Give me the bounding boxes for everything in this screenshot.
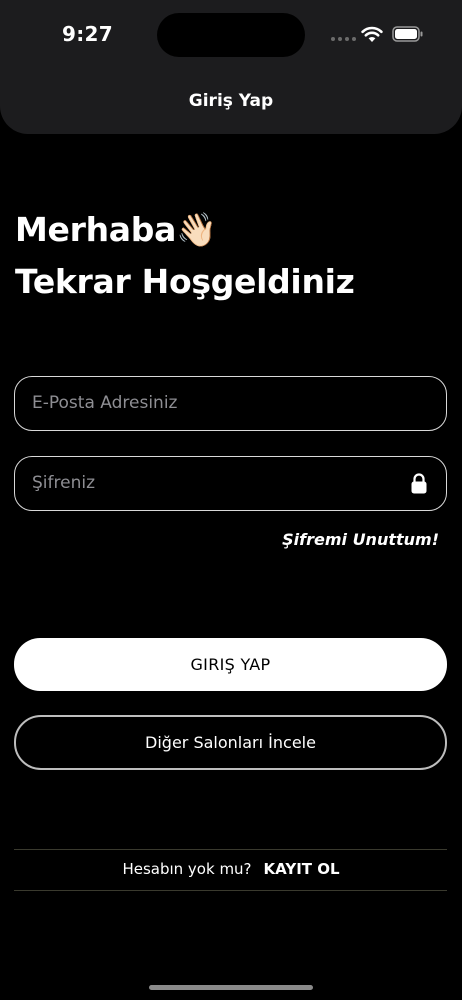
register-link[interactable]: KAYIT OL <box>264 860 340 878</box>
no-account-text: Hesabın yok mu? <box>122 860 252 878</box>
page-title: Giriş Yap <box>188 91 274 111</box>
divider <box>14 890 447 891</box>
greeting: Merhaba👋🏻 Tekrar Hoşgeldiniz <box>15 204 355 308</box>
greeting-hello: Merhaba👋🏻 <box>15 210 217 249</box>
battery-icon <box>392 26 423 42</box>
dynamic-island <box>157 13 305 57</box>
password-input[interactable] <box>32 457 402 509</box>
email-input[interactable] <box>32 377 402 429</box>
header: 9:27 Giriş Yap <box>0 0 462 134</box>
lock-icon <box>411 473 427 494</box>
greeting-welcome-back: Tekrar Hoşgeldiniz <box>15 262 355 301</box>
password-field[interactable] <box>14 456 447 511</box>
wifi-icon <box>361 26 383 42</box>
login-button[interactable]: GIRIŞ YAP <box>14 638 447 691</box>
status-time: 9:27 <box>62 22 113 46</box>
cellular-signal-icon <box>331 37 356 41</box>
forgot-password-link[interactable]: Şifremi Unuttum! <box>282 530 439 549</box>
home-indicator[interactable] <box>149 985 313 990</box>
divider <box>14 849 447 850</box>
login-screen: 9:27 Giriş Yap Merhaba👋🏻 Tekrar Hoşgeldi… <box>0 0 462 1000</box>
explore-salons-button[interactable]: Diğer Salonları İncele <box>14 715 447 770</box>
register-row: Hesabın yok mu? KAYIT OL <box>0 860 462 878</box>
email-field[interactable] <box>14 376 447 431</box>
